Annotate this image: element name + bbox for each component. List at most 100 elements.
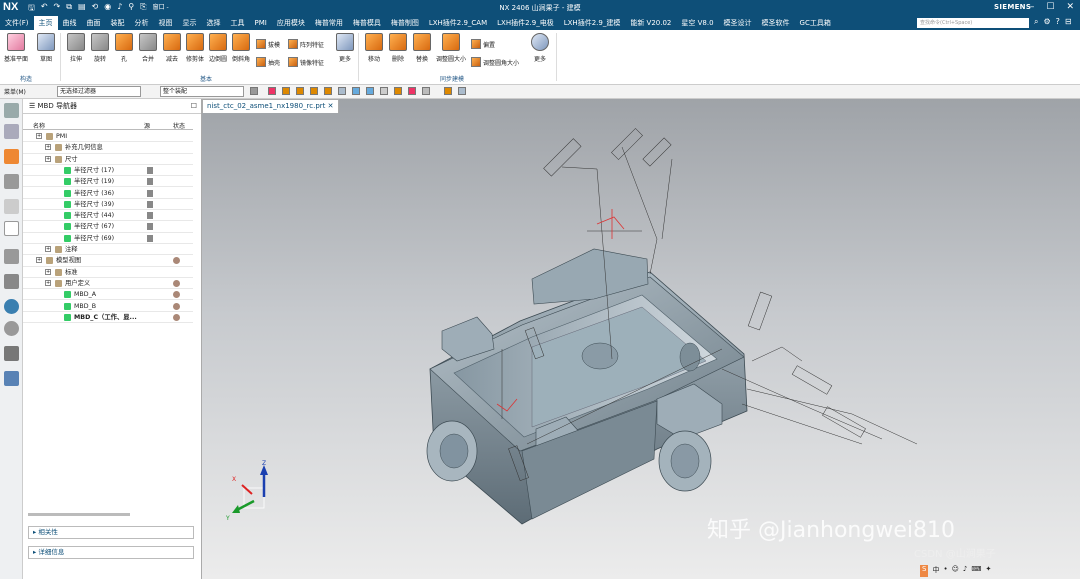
expand-toggle[interactable]: +: [45, 155, 51, 162]
tree-row[interactable]: + 模型视图: [23, 255, 193, 267]
clock-icon[interactable]: [4, 321, 19, 336]
maximize-panel-icon[interactable]: ☐: [191, 99, 197, 114]
menu-item-21[interactable]: 模圣软件: [757, 16, 795, 30]
expand-toggle[interactable]: +: [45, 246, 51, 252]
tree-row[interactable]: + 补充几何信息: [23, 142, 193, 154]
tree-row[interactable]: + 用户定义: [23, 278, 193, 290]
tree-row[interactable]: 半径尺寸 (36): [23, 188, 193, 199]
subtract-button[interactable]: 减去: [160, 33, 184, 63]
menu-item-17[interactable]: LXH插件2.9_建模: [559, 16, 626, 30]
skin-icon[interactable]: ✦: [985, 565, 991, 577]
emoji-icon[interactable]: ☺: [952, 565, 959, 577]
filter-icon[interactable]: [250, 87, 258, 95]
menu-item-16[interactable]: LXH插件2.9_电极: [492, 16, 559, 30]
search-icon[interactable]: ⌕: [1034, 17, 1038, 27]
move-face-button[interactable]: 移动: [362, 33, 386, 63]
expand-toggle[interactable]: +: [45, 279, 51, 286]
draft-button[interactable]: 拔模: [256, 39, 280, 49]
part-navigator-icon[interactable]: [4, 124, 19, 139]
menu-item-13[interactable]: 梅普模具: [348, 16, 386, 30]
selection-filter-dropdown[interactable]: 无选择过滤器: [57, 86, 141, 97]
sketch-button[interactable]: 草图: [34, 33, 58, 63]
datum-plane-button[interactable]: 基准平面: [4, 33, 28, 63]
sogou-icon[interactable]: S: [920, 565, 929, 577]
chamfer-button[interactable]: 倒斜角: [229, 33, 253, 63]
menu-item-12[interactable]: 梅普常用: [310, 16, 348, 30]
assembly-scope-dropdown[interactable]: 整个装配: [160, 86, 244, 97]
expand-icon[interactable]: ⊟: [1065, 17, 1072, 27]
role-icon[interactable]: [4, 371, 19, 386]
column-name[interactable]: 名称: [33, 121, 45, 130]
menu-icon[interactable]: ☰: [29, 102, 35, 110]
menu-item-1[interactable]: 主页: [33, 16, 58, 30]
tree-row[interactable]: 半径尺寸 (44): [23, 210, 193, 222]
history-icon[interactable]: [4, 249, 19, 264]
minimize-icon[interactable]: –: [1030, 2, 1035, 12]
expand-toggle[interactable]: +: [36, 257, 42, 264]
help-icon[interactable]: ?: [1056, 17, 1060, 27]
close-icon[interactable]: ✕: [1066, 2, 1074, 12]
tree-row[interactable]: 半径尺寸 (17): [23, 165, 193, 177]
menu-item-10[interactable]: PMI: [250, 16, 272, 30]
menu-item-22[interactable]: GC工具箱: [795, 16, 836, 30]
revolve-button[interactable]: 旋转: [88, 33, 112, 63]
mbd-navigator-icon[interactable]: [4, 221, 19, 236]
tree-row[interactable]: 半径尺寸 (19): [23, 176, 193, 188]
column-status[interactable]: 状态: [173, 121, 185, 130]
settings-icon[interactable]: [4, 103, 19, 118]
keyboard-icon[interactable]: ⌨: [971, 565, 981, 577]
horizontal-scrollbar[interactable]: [28, 513, 130, 516]
expand-toggle[interactable]: +: [36, 133, 42, 139]
column-source[interactable]: 源: [144, 121, 150, 130]
menu-item-4[interactable]: 装配: [106, 16, 130, 30]
snap-icon[interactable]: [380, 87, 388, 95]
offset-button[interactable]: 偏置: [471, 39, 495, 49]
tools-icon[interactable]: [4, 346, 19, 361]
menu-item-5[interactable]: 分析: [130, 16, 154, 30]
menu-item-7[interactable]: 显示: [178, 16, 202, 30]
globe-icon[interactable]: [4, 299, 19, 314]
tree-row[interactable]: 半径尺寸 (67): [23, 221, 193, 233]
face-icon[interactable]: [282, 87, 290, 95]
menu-item-6[interactable]: 视图: [154, 16, 178, 30]
unite-button[interactable]: 合并: [136, 33, 160, 63]
snap-more-icon[interactable]: [422, 87, 430, 95]
menu-item-2[interactable]: 曲线: [58, 16, 82, 30]
tree-row[interactable]: MBD_B: [23, 301, 193, 312]
panel-related[interactable]: ▸ 相关性: [28, 526, 194, 539]
menu-item-9[interactable]: 工具: [226, 16, 250, 30]
delete-face-button[interactable]: 删除: [386, 33, 410, 63]
menu-item-0[interactable]: 文件(F): [0, 16, 34, 30]
panel-details[interactable]: ▸ 详细信息: [28, 546, 194, 559]
render-icon[interactable]: [444, 87, 452, 95]
tree-row[interactable]: 半径尺寸 (39): [23, 199, 193, 211]
extrude-button[interactable]: 拉伸: [64, 33, 88, 63]
component-icon[interactable]: [324, 87, 332, 95]
menu-item-18[interactable]: 能新 V20.02: [625, 16, 676, 30]
maximize-icon[interactable]: ☐: [1046, 2, 1054, 12]
stop-icon[interactable]: [268, 87, 276, 95]
point-icon[interactable]: [366, 87, 374, 95]
curve-icon[interactable]: [338, 87, 346, 95]
more-basic-button[interactable]: 更多: [333, 33, 357, 63]
command-search-input[interactable]: 查找命令(Ctrl+Space): [917, 18, 1029, 28]
assembly-navigator-icon[interactable]: [4, 149, 19, 164]
expand-toggle[interactable]: +: [45, 144, 51, 151]
trim-body-button[interactable]: 修剪体: [183, 33, 207, 63]
tree-row[interactable]: + 注释: [23, 244, 193, 256]
mirror-feature-button[interactable]: 镜像特征: [288, 57, 324, 67]
punctuation-icon[interactable]: •: [943, 565, 947, 577]
expand-toggle[interactable]: +: [45, 268, 51, 275]
mic-icon[interactable]: ♪: [963, 565, 967, 577]
settings-icon[interactable]: ⚙: [1043, 17, 1050, 27]
menu-item-19[interactable]: 星空 V8.0: [676, 16, 718, 30]
constraint-navigator-icon[interactable]: [4, 174, 19, 189]
tree-row[interactable]: + 尺寸: [23, 154, 193, 165]
tree-row[interactable]: + 标准: [23, 267, 193, 278]
line-icon[interactable]: [352, 87, 360, 95]
more-sync-button[interactable]: 更多: [528, 33, 552, 63]
menu-button[interactable]: 菜单(M): [4, 87, 26, 96]
menu-item-15[interactable]: LXH插件2.9_CAM: [424, 16, 492, 30]
edge-blend-button[interactable]: 边倒圆: [206, 33, 230, 63]
menu-item-11[interactable]: 应用模块: [272, 16, 310, 30]
